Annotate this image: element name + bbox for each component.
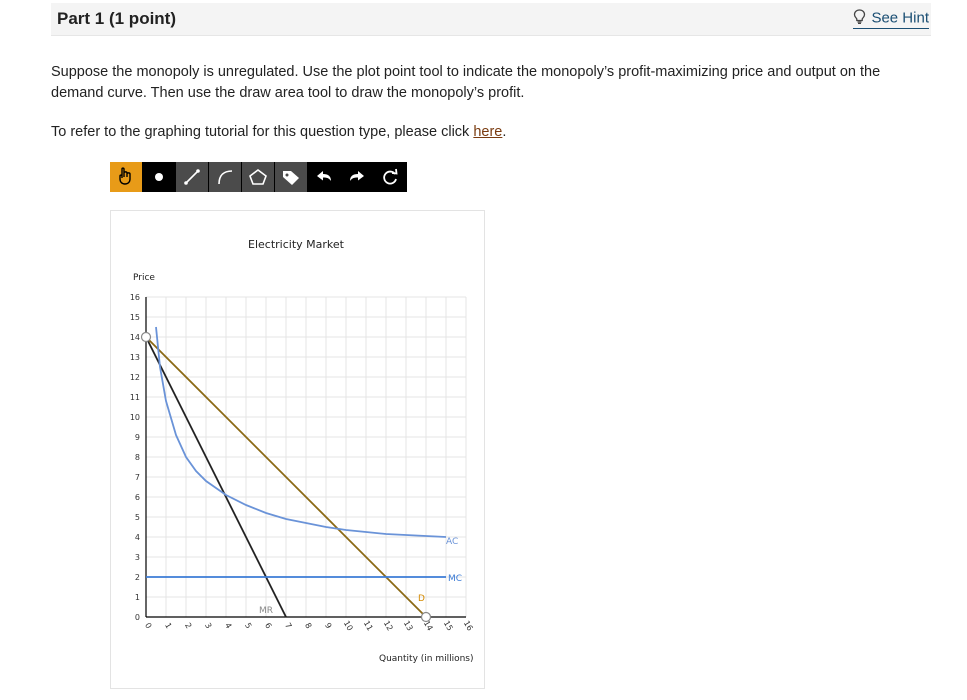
y-tick-label: 4 <box>135 533 140 542</box>
see-hint-link[interactable]: See Hint <box>853 9 929 29</box>
question-text: Suppose the monopoly is unregulated. Use… <box>51 64 881 101</box>
curve-endpoint-handle[interactable] <box>420 611 432 623</box>
y-tick-label: 10 <box>130 413 140 422</box>
x-tick-label: 8 <box>303 621 313 630</box>
y-tick-label: 7 <box>135 473 140 482</box>
redo-arrow-icon <box>350 171 364 181</box>
lightbulb-icon <box>853 9 867 28</box>
y-tick-label: 15 <box>130 313 140 322</box>
y-tick-label: 14 <box>130 333 140 342</box>
graph-toolbar <box>110 162 407 192</box>
y-axis-label: Price <box>133 273 155 283</box>
y-tick-label: 5 <box>135 513 140 522</box>
y-tick-label: 1 <box>135 593 140 602</box>
x-tick-label: 3 <box>203 621 213 630</box>
x-tick-label: 5 <box>243 621 253 630</box>
chart-title: Electricity Market <box>248 238 345 251</box>
area-tool[interactable] <box>242 162 274 192</box>
x-tick-label: 2 <box>183 621 193 630</box>
y-tick-label: 12 <box>130 373 140 382</box>
demand-label: D <box>418 594 425 604</box>
hand-pointer-icon <box>119 167 131 185</box>
dot-icon <box>155 173 163 181</box>
ac-label: AC <box>446 537 458 547</box>
x-tick-label: 7 <box>283 621 293 630</box>
graph-panel[interactable]: 0 1 2 3 4 5 6 7 8 9 10 11 12 13 14 15 16 0 1 2 3 4 5 6 7 8 9 10 11 12… <box>110 210 485 689</box>
point-tool[interactable] <box>143 162 175 192</box>
tutorial-link[interactable]: here <box>473 124 502 140</box>
pointer-tool[interactable] <box>110 162 142 192</box>
refresh-icon <box>383 168 398 185</box>
tutorial-line: To refer to the graphing tutorial for th… <box>51 124 506 140</box>
part-title: Part 1 (1 point) <box>57 9 177 28</box>
tutorial-prefix: To refer to the graphing tutorial for th… <box>51 124 474 140</box>
y-tick-label: 3 <box>135 553 140 562</box>
y-tick-label: 2 <box>135 573 140 582</box>
part-header: Part 1 (1 point) See Hint <box>51 3 931 36</box>
y-tick-label: 6 <box>135 493 140 502</box>
y-tick-label: 13 <box>130 353 140 362</box>
mc-label: MC <box>448 574 462 584</box>
undo-tool[interactable] <box>308 162 340 192</box>
curve-endpoint-handle[interactable] <box>140 331 152 343</box>
x-tick-label: 6 <box>263 621 273 630</box>
line-icon <box>184 169 200 185</box>
tutorial-suffix: . <box>502 124 507 140</box>
x-tick-label: 11 <box>362 619 375 632</box>
curve-tool[interactable] <box>209 162 241 192</box>
x-tick-label: 13 <box>402 619 415 632</box>
polygon-icon <box>249 169 267 185</box>
mr-label: MR <box>259 606 273 616</box>
x-axis-label: Quantity (in millions) <box>379 654 474 664</box>
y-tick-label: 16 <box>130 293 140 302</box>
x-tick-label: 12 <box>382 619 395 632</box>
tag-icon <box>283 171 299 185</box>
reset-tool[interactable] <box>374 162 406 192</box>
y-tick-label: 9 <box>135 433 140 442</box>
y-tick-label: 0 <box>135 613 140 622</box>
curve-icon <box>218 170 233 185</box>
line-tool[interactable] <box>176 162 208 192</box>
electricity-market-chart[interactable]: 0123456789101112131415160 1 2 3 4 5 6 7 8 9 10 11 12… <box>111 211 484 688</box>
x-tick-label: 9 <box>323 621 333 630</box>
label-tool[interactable] <box>275 162 307 192</box>
y-tick-label: 8 <box>135 453 140 462</box>
series-ac-line[interactable] <box>155 326 447 538</box>
redo-tool[interactable] <box>341 162 373 192</box>
see-hint-label: See Hint <box>871 9 929 27</box>
x-tick-label: 1 <box>163 621 173 630</box>
x-tick-label: 16 <box>462 619 475 632</box>
undo-arrow-icon <box>317 171 331 181</box>
y-tick-label: 11 <box>130 393 140 402</box>
x-tick-label: 15 <box>442 619 455 632</box>
x-tick-label: 0 <box>143 621 153 630</box>
x-tick-label: 4 <box>223 621 233 630</box>
x-tick-label: 10 <box>342 619 355 632</box>
